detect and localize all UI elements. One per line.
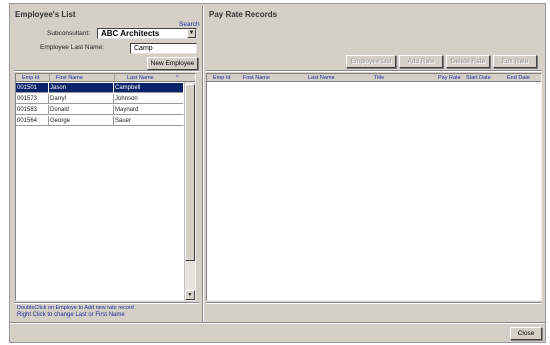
col-emp-id[interactable]: Emp Id [22,74,39,82]
cell-first-name: George [49,116,114,126]
employee-grid[interactable]: Emp Id First Name Last Name ^ 001501 Jas… [15,73,196,301]
sort-indicator-icon: ^ [176,75,179,81]
cell-emp-id: 001573 [16,94,49,104]
right-footer-separator [206,302,542,304]
cell-last-name: Campbell [115,85,141,91]
col-last-name[interactable]: Last Name [127,74,154,82]
cell-emp-id: 001501 [16,83,49,93]
employee-pay-rate-window: Employee's List Search Subconsultant: AB… [9,3,546,343]
col-emp-id[interactable]: Emp Id [213,74,230,82]
employee-list-title: Employee's List [15,10,76,19]
cell-last-name: Johnson [115,96,138,102]
cell-first-name: Donald [49,105,114,115]
col-title[interactable]: Title [374,74,384,82]
col-pay-rate[interactable]: Pay Rate [438,74,461,82]
col-first-name[interactable]: First Name [243,74,270,82]
col-divider [49,74,50,82]
right-click-hint: Right Click to change Last or First Name [17,312,125,318]
col-first-name[interactable]: First Name [56,74,83,82]
pay-rate-records-title: Pay Rate Records [209,10,278,19]
col-end-date[interactable]: End Date [507,74,530,82]
employee-grid-scrollbar[interactable]: ▼ [184,82,195,300]
cell-last-name: Sauer [115,118,132,124]
delete-rate-button[interactable]: Delete Rate [446,55,490,68]
edit-rate-button[interactable]: Edit Rate [493,55,537,68]
col-last-name[interactable]: Last Name [308,74,335,82]
close-button[interactable]: Close [510,327,542,340]
col-start-date[interactable]: Start Date [466,74,491,82]
last-name-input[interactable]: Camp [130,43,197,54]
cell-emp-id: 001564 [16,116,49,126]
subconsultant-value: ABC Architects [101,29,160,38]
left-header-separator [14,70,199,72]
scrollbar-thumb[interactable] [185,84,195,261]
subconsultant-label: Subconsultant: [47,30,91,37]
pay-rate-grid[interactable]: Emp Id First Name Last Name Title Pay Ra… [206,73,542,301]
panel-divider [202,6,204,321]
cell-last-name: Maynard [115,107,139,113]
col-divider [114,74,115,82]
add-rate-button[interactable]: Add Rate [399,55,443,68]
table-row[interactable]: 001501 Jason Campbell [16,83,183,93]
chevron-down-icon[interactable]: ▼ [187,29,196,38]
new-employee-button[interactable]: New Employee [147,57,198,70]
table-row[interactable]: 001564 George Sauer [16,116,183,126]
scroll-down-arrow-icon[interactable]: ▼ [185,290,195,300]
employee-grid-header: Emp Id First Name Last Name ^ [16,74,195,82]
last-name-label: Employee Last Name: [40,44,104,51]
cell-first-name: Jason [49,83,114,93]
right-header-separator [206,70,542,72]
footer-separator [10,322,545,324]
subconsultant-dropdown[interactable]: ABC Architects ▼ [97,28,197,39]
employee-list-button[interactable]: Employee List [346,55,396,68]
table-row[interactable]: 001573 Darryl Johnson [16,94,183,104]
pay-rate-grid-header: Emp Id First Name Last Name Title Pay Ra… [207,74,541,82]
table-row[interactable]: 001583 Donald Maynard [16,105,183,115]
left-footer-separator [14,302,199,304]
cell-emp-id: 001583 [16,105,49,115]
search-link[interactable]: Search [179,21,200,28]
cell-first-name: Darryl [49,94,114,104]
double-click-hint: DoubleClick on Employe to Add new rate r… [17,305,134,311]
